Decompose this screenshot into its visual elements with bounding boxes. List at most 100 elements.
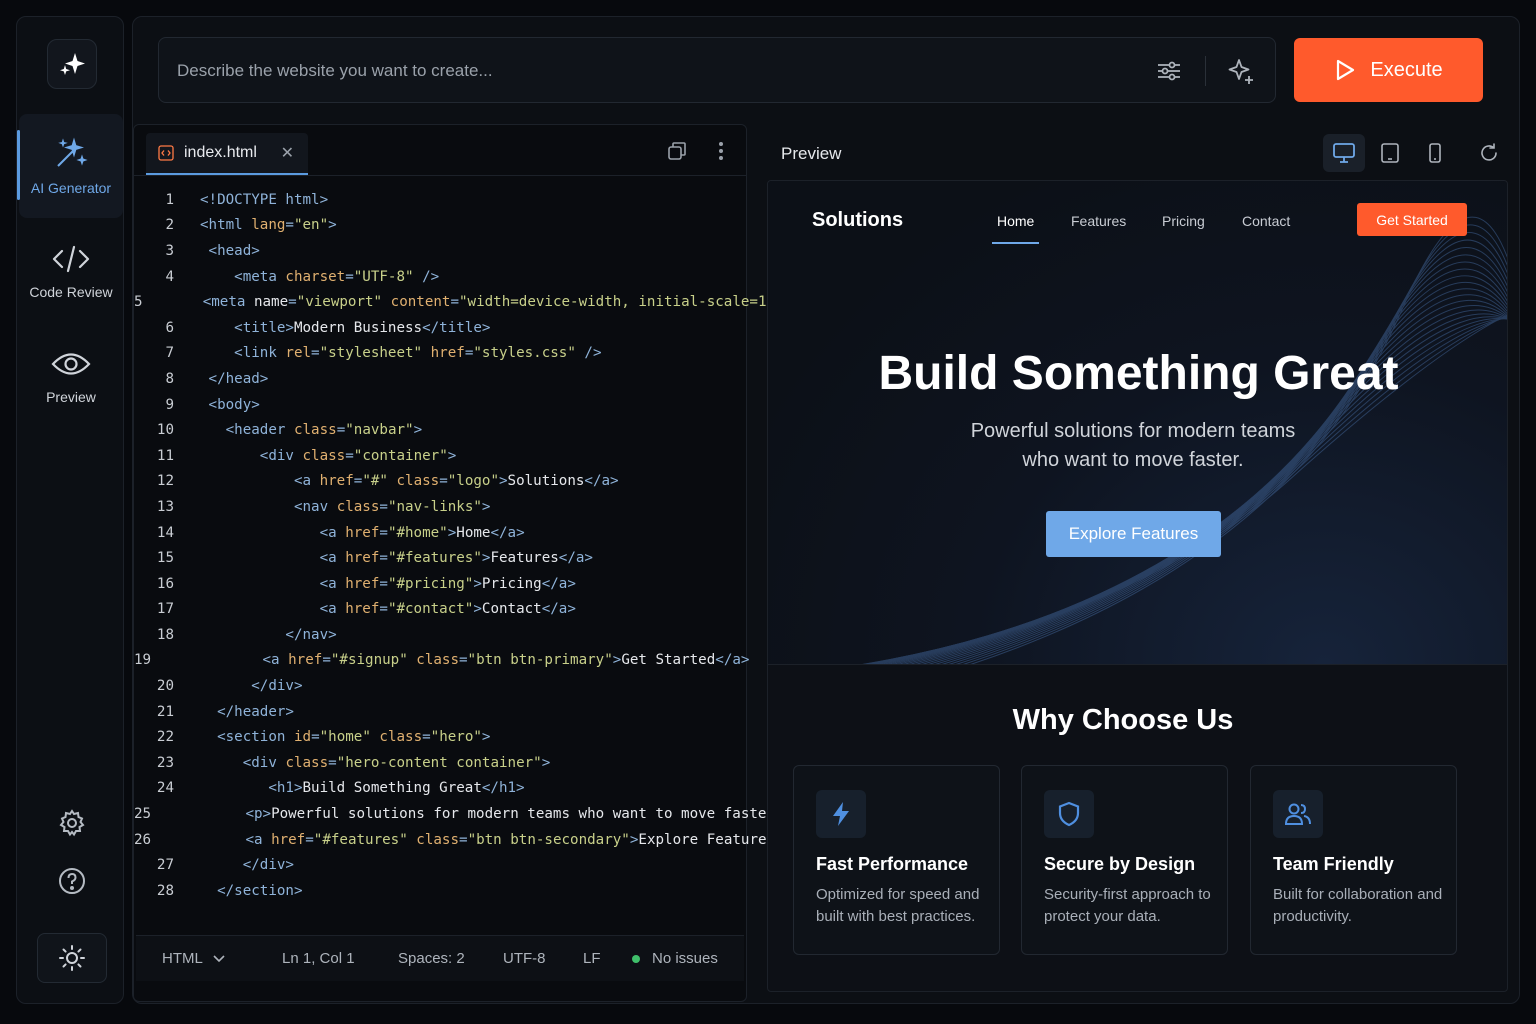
language-label: HTML <box>162 950 203 967</box>
site-nav-pricing[interactable]: Pricing <box>1162 213 1205 229</box>
mobile-view-button[interactable] <box>1414 134 1456 172</box>
code-token: "width=device-width, initial-scale=1.0" <box>459 294 793 311</box>
sidebar-item-ai-generator[interactable]: AI Generator <box>17 114 123 218</box>
code-token: <div <box>242 754 286 771</box>
code-token: </a> <box>584 473 619 490</box>
site-nav-home[interactable]: Home <box>991 213 1040 244</box>
code-token: Features <box>490 550 559 567</box>
code-line: 15 <a href = "#features" > Features </a> <box>134 545 746 571</box>
code-token: "#" <box>362 473 388 490</box>
code-token: "#contact" <box>387 601 474 618</box>
status-bar: HTML Ln 1, Col 1 Spaces: 2 UTF-8 LF No i… <box>136 935 744 981</box>
code-token: Solutions <box>507 473 585 490</box>
cursor-position[interactable]: Ln 1, Col 1 <box>282 950 355 967</box>
prompt-input[interactable] <box>177 58 1077 84</box>
code-token: <a <box>293 473 320 490</box>
line-number: 24 <box>156 780 174 797</box>
enhance-prompt-button[interactable] <box>1227 57 1255 85</box>
code-token: Modern Business <box>293 319 423 336</box>
card-icon-box <box>1044 790 1094 838</box>
line-number: 9 <box>165 396 174 413</box>
code-token: <p> <box>245 806 272 823</box>
close-tab-button[interactable]: ✕ <box>281 143 294 163</box>
code-token: > <box>629 831 639 848</box>
more-options-button[interactable] <box>709 139 733 163</box>
theme-toggle[interactable] <box>37 933 107 983</box>
line-number: 10 <box>156 422 174 439</box>
sidebar-item-label: Preview <box>46 389 96 405</box>
code-line: 26 <a href = "#features" class = "btn btn-se… <box>134 827 809 853</box>
code-line: 14 <a href = "#home" > Home </a> <box>134 520 746 546</box>
card-description: Security-first approach to protect your … <box>1044 886 1211 925</box>
sparkle-icon <box>1228 59 1253 84</box>
code-token: <meta <box>202 294 254 311</box>
copy-button[interactable] <box>665 139 689 163</box>
line-number: 19 <box>134 652 152 669</box>
filter-settings-button[interactable] <box>1155 57 1183 85</box>
encoding[interactable]: UTF-8 <box>503 950 546 967</box>
code-token: </div> <box>251 678 303 695</box>
card-description: Optimized for speed and built with best … <box>816 886 980 925</box>
code-token: </a> <box>541 601 576 618</box>
site-nav-contact[interactable]: Contact <box>1242 213 1290 229</box>
code-token: "UTF-8" <box>353 268 414 285</box>
desktop-view-button[interactable] <box>1323 134 1365 172</box>
code-token: <body> <box>208 396 260 413</box>
site-get-started-button[interactable]: Get Started <box>1357 203 1467 236</box>
execute-button[interactable]: Execute <box>1294 38 1483 102</box>
code-token: "#features" <box>313 831 408 848</box>
tablet-icon <box>1381 143 1399 163</box>
code-area[interactable]: 1 <!DOCTYPE html> 2 <html lang = "en" >3 <head… <box>134 187 818 904</box>
code-token: href <box>345 524 380 541</box>
code-line: 24 <h1> Build Something Great </h1> <box>134 776 746 802</box>
code-token: href <box>271 831 306 848</box>
code-line: 22 <section id = "home" class = "hero" > <box>134 724 746 750</box>
site-nav-features[interactable]: Features <box>1071 213 1126 229</box>
code-token: <a <box>319 575 346 592</box>
code-token: /> <box>575 345 602 362</box>
feature-card: Secure by Design Security-first approach… <box>1021 765 1228 955</box>
card-title: Team Friendly <box>1273 854 1394 874</box>
shield-icon <box>1058 801 1080 827</box>
code-token: = <box>305 831 314 848</box>
code-token: lang <box>251 217 286 234</box>
line-ending[interactable]: LF <box>583 950 601 967</box>
code-token: > <box>447 524 457 541</box>
issues-indicator[interactable]: No issues <box>632 950 718 967</box>
code-token: > <box>481 729 491 746</box>
feature-card: Fast Performance Optimized for speed and… <box>793 765 1000 955</box>
sparkle-logo-icon <box>60 53 85 75</box>
code-token: Home <box>456 524 491 541</box>
code-token: "navbar" <box>345 422 414 439</box>
site-preview: Solutions Home Features Pricing Contact … <box>767 180 1508 992</box>
help-button[interactable] <box>56 865 88 897</box>
language-selector[interactable]: HTML <box>162 950 225 967</box>
code-token: > <box>481 550 491 567</box>
settings-button[interactable] <box>56 807 88 839</box>
code-token: = <box>379 498 388 515</box>
code-token: <a <box>319 601 346 618</box>
code-line: 9 <body> <box>134 392 746 418</box>
sidebar-item-preview[interactable]: Preview <box>19 325 123 429</box>
app-logo[interactable] <box>47 39 97 89</box>
refresh-button[interactable] <box>1468 134 1510 172</box>
explore-features-button[interactable]: Explore Features <box>1046 511 1221 557</box>
tablet-view-button[interactable] <box>1369 134 1411 172</box>
code-token: > <box>499 473 508 490</box>
site-brand[interactable]: Solutions <box>812 209 903 232</box>
code-token: <h1> <box>268 780 303 797</box>
hero-section: Solutions Home Features Pricing Contact … <box>768 181 1507 665</box>
tab-index-html[interactable]: index.html ✕ <box>146 133 308 175</box>
section-title: Why Choose Us <box>1012 704 1234 736</box>
sidebar-item-code-review[interactable]: Code Review <box>19 220 123 324</box>
indentation[interactable]: Spaces: 2 <box>398 950 465 967</box>
